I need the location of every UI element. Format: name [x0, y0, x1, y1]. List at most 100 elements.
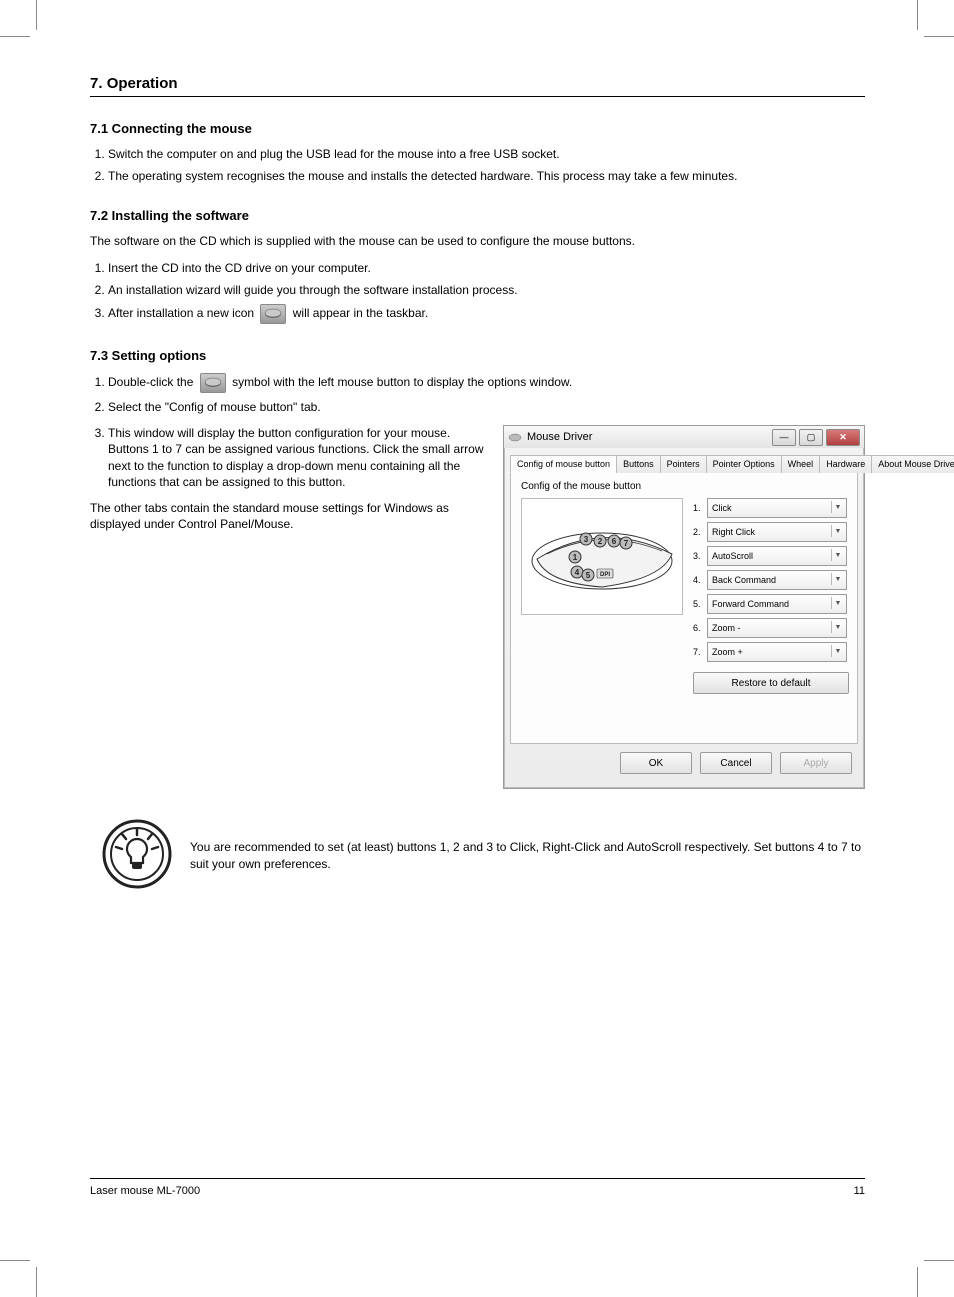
window-titlebar: Mouse Driver — ▢ ✕ — [504, 426, 864, 448]
assignment-value: Back Command — [712, 575, 776, 585]
mouse-driver-tray-icon — [260, 304, 286, 324]
tab-hardware[interactable]: Hardware — [819, 455, 872, 473]
assignment-row: 1. Click ▼ — [693, 498, 847, 518]
crop-mark — [36, 1267, 37, 1297]
assignment-select-1[interactable]: Click ▼ — [707, 498, 847, 518]
assignment-number: 3. — [693, 551, 707, 561]
steps-list: Double-click the symbol with the left mo… — [108, 373, 865, 415]
svg-text:2: 2 — [598, 537, 603, 546]
list-item: Select the "Config of mouse button" tab. — [108, 399, 865, 415]
button-assignment-list: 1. Click▼ 2. Right Click▼ 3. — [693, 498, 847, 694]
tab-pointers[interactable]: Pointers — [660, 455, 707, 473]
tab-strip: Config of mouse button Buttons Pointers … — [510, 454, 858, 473]
subsection-heading: 7.2 Installing the software — [90, 208, 865, 223]
chevron-down-icon: ▼ — [831, 573, 844, 585]
assignment-row: 7. Zoom + ▼ — [693, 642, 847, 662]
assignment-value: Forward Command — [712, 599, 789, 609]
steps-list: Insert the CD into the CD drive on your … — [108, 260, 865, 324]
assignment-select-7[interactable]: Zoom + ▼ — [707, 642, 847, 662]
svg-text:7: 7 — [624, 539, 629, 548]
ok-button[interactable]: OK — [620, 752, 692, 774]
assignment-number: 7. — [693, 647, 707, 657]
divider — [90, 96, 865, 97]
mouse-icon — [508, 432, 522, 442]
subsection-heading: 7.1 Connecting the mouse — [90, 121, 865, 136]
section-heading: 7. Operation — [90, 75, 865, 92]
chevron-down-icon: ▼ — [831, 621, 844, 633]
mouse-driver-tray-icon — [200, 373, 226, 393]
section-title: Operation — [107, 75, 178, 92]
apply-button[interactable]: Apply — [780, 752, 852, 774]
list-item: An installation wizard will guide you th… — [108, 282, 865, 298]
svg-text:3: 3 — [584, 535, 589, 544]
svg-text:5: 5 — [586, 571, 591, 580]
chevron-down-icon: ▼ — [831, 549, 844, 561]
list-item: Double-click the symbol with the left mo… — [108, 373, 865, 393]
assignment-row: 2. Right Click▼ — [693, 522, 847, 542]
assignment-value: AutoScroll — [712, 551, 753, 561]
text-fragment: will appear in the taskbar. — [293, 306, 428, 320]
assignment-select-4[interactable]: Back Command ▼ — [707, 570, 847, 590]
crop-mark — [917, 1267, 918, 1297]
crop-mark — [924, 36, 954, 37]
section-number: 7. — [90, 75, 103, 92]
panel-title: Config of the mouse button — [521, 481, 847, 492]
close-button[interactable]: ✕ — [826, 429, 860, 446]
minimize-button[interactable]: — — [772, 429, 796, 446]
assignment-row: 3. AutoScroll ▼ — [693, 546, 847, 566]
text-fragment: After installation a new icon — [108, 306, 257, 320]
assignment-select-5[interactable]: Forward Command ▼ — [707, 594, 847, 614]
svg-text:6: 6 — [612, 537, 617, 546]
tab-buttons[interactable]: Buttons — [616, 455, 661, 473]
tab-pointer-options[interactable]: Pointer Options — [706, 455, 782, 473]
tip-box: You are recommended to set (at least) bu… — [102, 819, 865, 892]
assignment-select-3[interactable]: AutoScroll ▼ — [707, 546, 847, 566]
tab-wheel[interactable]: Wheel — [781, 455, 821, 473]
restore-default-button[interactable]: Restore to default — [693, 672, 849, 694]
text-fragment: Double-click the — [108, 375, 197, 389]
assignment-number: 1. — [693, 503, 707, 513]
assignment-value: Zoom + — [712, 647, 743, 657]
assignment-number: 6. — [693, 623, 707, 633]
steps-list: This window will display the button conf… — [108, 425, 485, 490]
mouse-driver-window: Mouse Driver — ▢ ✕ Config of mouse butto… — [503, 425, 865, 789]
assignment-row: 5. Forward Command ▼ — [693, 594, 847, 614]
footer-product-name: Laser mouse ML-7000 — [90, 1185, 200, 1197]
assignment-number: 5. — [693, 599, 707, 609]
list-item: After installation a new icon will appea… — [108, 304, 865, 324]
svg-text:1: 1 — [573, 553, 578, 562]
cancel-button[interactable]: Cancel — [700, 752, 772, 774]
crop-mark — [0, 1260, 30, 1261]
maximize-button[interactable]: ▢ — [799, 429, 823, 446]
tab-about[interactable]: About Mouse Driver — [871, 455, 954, 473]
tab-panel: Config of the mouse button 1 — [510, 473, 858, 744]
chevron-down-icon: ▼ — [831, 501, 844, 513]
subsection-heading: 7.3 Setting options — [90, 348, 865, 363]
steps-list: Switch the computer on and plug the USB … — [108, 146, 865, 184]
paragraph: The software on the CD which is supplied… — [90, 233, 865, 249]
assignment-row: 4. Back Command ▼ — [693, 570, 847, 590]
assignment-select-2[interactable]: Right Click ▼ — [707, 522, 847, 542]
page-number: 11 — [854, 1185, 865, 1197]
chevron-down-icon: ▼ — [831, 525, 844, 537]
list-item: This window will display the button conf… — [108, 425, 485, 490]
dialog-button-row: OK Cancel Apply — [510, 744, 858, 782]
svg-text:4: 4 — [575, 568, 580, 577]
assignment-value: Zoom - — [712, 623, 741, 633]
mouse-diagram: 1 2 3 4 5 6 7 DPI — [521, 498, 683, 615]
assignment-value: Right Click — [712, 527, 755, 537]
page-footer: Laser mouse ML-7000 11 — [90, 1178, 865, 1197]
assignment-row: 6. Zoom - ▼ — [693, 618, 847, 638]
chevron-down-icon: ▼ — [831, 645, 844, 657]
tab-config-mouse-button[interactable]: Config of mouse button — [510, 455, 617, 473]
assignment-select-6[interactable]: Zoom - ▼ — [707, 618, 847, 638]
crop-mark — [917, 0, 918, 30]
lightbulb-icon — [102, 819, 172, 892]
assignment-value: Click — [712, 503, 732, 513]
svg-text:DPI: DPI — [600, 572, 610, 578]
list-item: The operating system recognises the mous… — [108, 168, 865, 184]
assignment-number: 4. — [693, 575, 707, 585]
text-fragment: symbol with the left mouse button to dis… — [232, 375, 572, 389]
tip-text: You are recommended to set (at least) bu… — [190, 839, 865, 871]
chevron-down-icon: ▼ — [831, 597, 844, 609]
